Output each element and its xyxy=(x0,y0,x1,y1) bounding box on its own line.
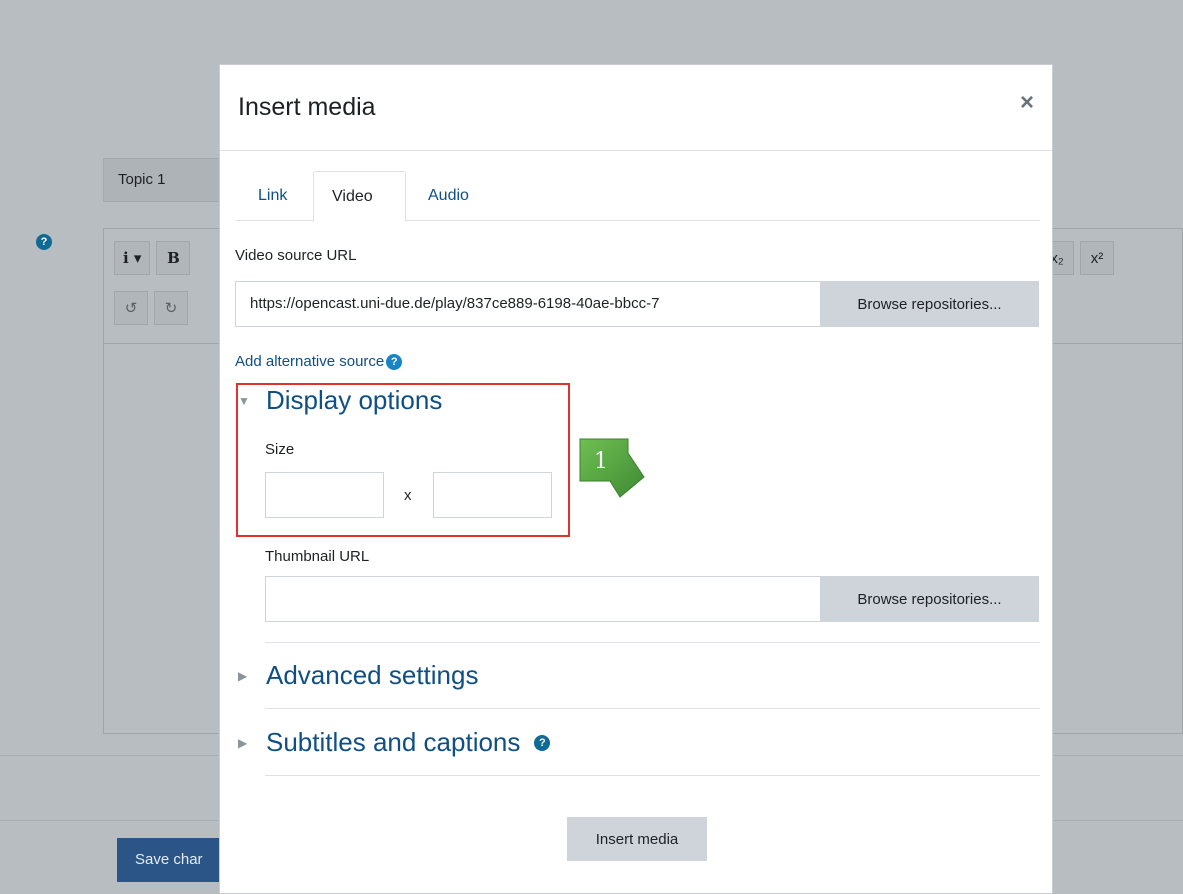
caret-right-icon: ▶ xyxy=(238,668,248,683)
topic-field: Topic 1 xyxy=(103,158,223,202)
dialog-title: Insert media xyxy=(238,93,376,121)
height-input[interactable] xyxy=(433,472,552,518)
add-alternative-source-link[interactable]: Add alternative source ? xyxy=(235,353,403,370)
video-source-label: Video source URL xyxy=(235,247,357,264)
divider xyxy=(265,775,1040,776)
annotation-number: 1 xyxy=(594,449,608,474)
size-separator: x xyxy=(404,487,412,504)
help-icon: ? xyxy=(36,234,52,250)
annotation-arrow-icon xyxy=(579,438,645,498)
editor-toolbar-row-2: ↺ ↻ xyxy=(114,291,188,325)
close-icon[interactable]: × xyxy=(1020,89,1034,117)
subtitles-toggle[interactable]: ▶ Subtitles and captions ? xyxy=(238,727,551,758)
superscript-button: x² xyxy=(1080,241,1114,275)
caret-right-icon: ▶ xyxy=(238,735,248,750)
advanced-settings-title: Advanced settings xyxy=(266,660,479,690)
bold-button: B xyxy=(156,241,191,275)
help-icon[interactable]: ? xyxy=(386,353,403,370)
info-dropdown-button: i ▾ xyxy=(114,241,151,275)
thumbnail-url-input[interactable] xyxy=(265,576,820,622)
width-input[interactable] xyxy=(265,472,384,518)
tab-link[interactable]: Link xyxy=(236,171,313,221)
subtitles-title: Subtitles and captions xyxy=(266,727,521,757)
thumbnail-browse-button[interactable]: Browse repositories... xyxy=(820,576,1039,622)
display-options-title: Display options xyxy=(266,385,443,415)
size-label: Size xyxy=(265,441,295,458)
tab-audio[interactable]: Audio xyxy=(406,171,496,221)
divider xyxy=(265,708,1040,709)
undo-icon: ↺ xyxy=(114,291,148,325)
caret-down-icon: ▼ xyxy=(238,393,250,408)
save-changes-button: Save char xyxy=(117,838,227,882)
browse-repositories-button[interactable]: Browse repositories... xyxy=(820,281,1039,327)
redo-icon: ↻ xyxy=(154,291,188,325)
advanced-settings-toggle[interactable]: ▶ Advanced settings xyxy=(238,660,478,691)
dialog-header: Insert media × xyxy=(220,65,1052,151)
thumbnail-url-label: Thumbnail URL xyxy=(265,548,370,565)
editor-toolbar-row-1: i ▾ B xyxy=(114,241,191,275)
divider xyxy=(265,642,1040,643)
tab-video[interactable]: Video xyxy=(313,171,406,222)
display-options-toggle[interactable]: ▼ Display options xyxy=(238,385,442,416)
add-alternative-source-label: Add alternative source xyxy=(235,353,385,370)
help-icon[interactable]: ? xyxy=(534,734,551,751)
insert-media-button[interactable]: Insert media xyxy=(567,817,707,861)
media-tabs: Link Video Audio xyxy=(236,171,1040,222)
video-source-url-input[interactable]: https://opencast.uni-due.de/play/837ce88… xyxy=(235,281,820,327)
